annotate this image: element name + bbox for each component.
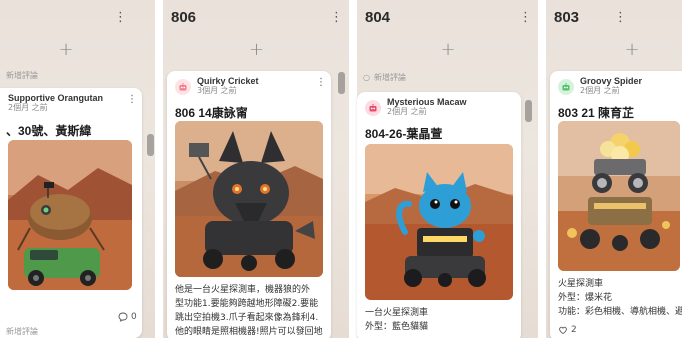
post-card[interactable]: Supportive Orangutan 2個月 之前 ⋮ 、30號、黃斯緯 0… — [0, 88, 142, 338]
add-post-button[interactable]: + — [163, 38, 350, 60]
column-menu-icon[interactable]: ⋮ — [114, 11, 127, 24]
add-comment-label: 新增評論 — [373, 73, 406, 82]
column-header: ⋮ — [8, 4, 144, 30]
column-divider — [349, 0, 357, 338]
comment-icon — [118, 312, 128, 322]
post-card[interactable]: Quirky Cricket 3個月 之前 ⋮ 806 14康詠甯 他是一台火星… — [167, 71, 331, 338]
post-card[interactable]: Mysterious Macaw 2個月 之前 804-26-葉晶萱 一台火星探… — [357, 92, 521, 338]
column-menu-icon[interactable]: ⋮ — [519, 11, 532, 24]
post-image[interactable] — [365, 144, 513, 300]
column-menu-icon[interactable]: ⋮ — [330, 11, 343, 24]
heart-icon — [559, 326, 567, 335]
avatar — [175, 79, 191, 95]
post-body-line: 功能：彩色相機、導航相機、避險相 — [558, 307, 682, 317]
post-time: 3個月 之前 — [197, 85, 237, 95]
post-image[interactable] — [175, 121, 323, 277]
post-body-line: 外型：爆米花 — [558, 293, 613, 303]
robot-avatar-icon — [562, 83, 570, 91]
padlet-board: ⋮ + 新增評論 Supportive Orangutan 2個月 之前 ⋮ 、… — [0, 0, 682, 338]
add-post-button[interactable]: + — [582, 38, 682, 60]
post-card[interactable]: Groovy Spider 2個月 之前 803 21 陳育芷 火星探測車 外型… — [550, 71, 682, 338]
post-title: 、30號、黃斯緯 — [6, 124, 92, 138]
robot-avatar-icon — [369, 104, 377, 112]
post-title: 804-26-葉晶萱 — [365, 127, 443, 141]
column-scrollbar[interactable] — [338, 72, 345, 94]
post-author: Groovy Spider 2個月 之前 — [558, 76, 682, 105]
add-post-button[interactable]: + — [0, 38, 152, 60]
post-body-line: 他的眼睛是照相機器!照片可以發回地 — [175, 327, 323, 337]
post-body: 他是一台火星探測車，機器狼的外 型功能1.要能夠跨越地形障礙2.要能 跳出空拍機… — [175, 283, 325, 338]
add-comment-hint[interactable]: 新增評論 — [6, 70, 38, 81]
post-image[interactable] — [558, 121, 680, 271]
post-body-line: 跳出空拍機3.爪子看起來像為鋒利4. — [175, 313, 319, 323]
comment-count-value: 0 — [131, 312, 137, 322]
column-title: 803 — [554, 8, 580, 26]
column-804: 804 ⋮ + ○ 新增評論 Mysterious Macaw 2個月 之前 8… — [357, 0, 539, 338]
post-author: Mysterious Macaw 2個月 之前 — [365, 97, 513, 126]
post-menu-icon[interactable]: ⋮ — [316, 77, 326, 88]
column-divider — [155, 0, 163, 338]
post-author: Supportive Orangutan 2個月 之前 — [2, 93, 134, 122]
add-post-button[interactable]: + — [357, 38, 539, 60]
column-header: 804 ⋮ — [365, 4, 532, 30]
post-body-line: 火星探測車 — [558, 279, 604, 289]
column-divider — [538, 0, 546, 338]
add-comment-hint[interactable]: ○ 新增評論 — [363, 72, 406, 83]
post-body-line: 他是一台火星探測車，機器狼的外 — [175, 285, 311, 295]
post-time: 2個月 之前 — [8, 102, 48, 112]
robot-avatar-icon — [179, 83, 187, 91]
column-header: 806 ⋮ — [171, 4, 343, 30]
column-header: 803 ⋮ — [554, 4, 674, 30]
post-title: 803 21 陳育芷 — [558, 106, 635, 120]
column-803: 803 ⋮ + Groovy Spider 2個月 之前 803 21 陳育芷 — [546, 0, 682, 338]
column-scrollbar[interactable] — [147, 134, 154, 156]
column-title: 806 — [171, 8, 197, 26]
comment-icon: ○ — [363, 73, 370, 82]
column-1: ⋮ + 新增評論 Supportive Orangutan 2個月 之前 ⋮ 、… — [0, 0, 154, 338]
like-count[interactable]: 2 — [558, 325, 577, 335]
column-806: 806 ⋮ + Quirky Cricket 3個月 之前 ⋮ 806 14康詠… — [163, 0, 350, 338]
post-image[interactable] — [8, 140, 132, 290]
post-body-line: 外型：藍色貓貓 — [365, 322, 429, 332]
post-time: 2個月 之前 — [387, 106, 427, 116]
add-comment-hint[interactable]: 新增評論 — [6, 326, 38, 337]
post-menu-icon[interactable]: ⋮ — [127, 94, 137, 105]
post-body-line: 型功能1.要能夠跨越地形障礙2.要能 — [175, 299, 319, 309]
comment-count[interactable]: 0 — [118, 312, 137, 322]
post-time: 2個月 之前 — [580, 85, 620, 95]
column-menu-icon[interactable]: ⋮ — [614, 11, 627, 24]
avatar — [558, 79, 574, 95]
post-body: 火星探測車 外型：爆米花 功能：彩色相機、導航相機、避險相 — [558, 277, 682, 319]
post-author: Quirky Cricket 3個月 之前 — [175, 76, 323, 105]
post-body-line: 一台火星探測車 — [365, 308, 429, 318]
post-title: 806 14康詠甯 — [175, 106, 248, 120]
column-scrollbar[interactable] — [525, 100, 532, 122]
post-body: 一台火星探測車 外型：藍色貓貓 — [365, 306, 515, 334]
column-title: 804 — [365, 8, 391, 26]
avatar — [365, 100, 381, 116]
like-count-value: 2 — [571, 325, 577, 335]
